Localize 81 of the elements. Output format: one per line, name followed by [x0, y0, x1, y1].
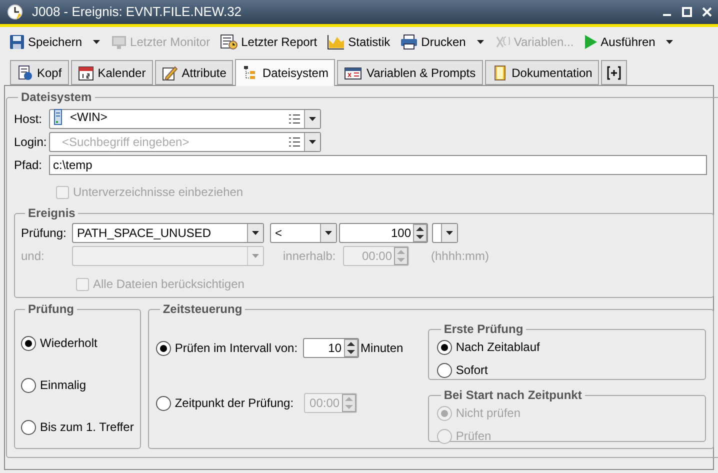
- tab[interactable]: Kalender: [70, 60, 153, 85]
- area-chart-icon: [327, 34, 346, 50]
- server-icon: [54, 109, 62, 125]
- play-icon: [584, 34, 598, 50]
- radio-label: Zeitpunkt der Prüfung:: [174, 395, 294, 412]
- add-icon: [607, 66, 622, 80]
- tab[interactable]: Dateisystem: [235, 59, 336, 86]
- host-value: <WIN>: [70, 109, 108, 126]
- radio-button[interactable]: [21, 378, 36, 392]
- radio-label: Nach Zeitablauf: [456, 339, 540, 356]
- window-title: J008 - Ereignis: EVNT.FILE.NEW.32: [32, 3, 242, 22]
- group-title: Prüfung: [27, 301, 75, 318]
- unit-label: Minuten: [360, 340, 404, 357]
- number-field[interactable]: 10: [302, 338, 359, 358]
- number-field[interactable]: 100: [339, 223, 428, 243]
- caret-icon: [93, 40, 100, 44]
- radio-label: Sofort: [456, 362, 488, 379]
- radio-label: Nicht prüfen: [456, 405, 521, 422]
- toolbar-button[interactable]: Letzter Report: [219, 30, 318, 52]
- caret-icon: [446, 231, 453, 235]
- group-title: Zeitsteuerung: [162, 301, 244, 318]
- variables-window-icon: [344, 64, 362, 80]
- field-label: und:: [21, 248, 46, 265]
- tab[interactable]: Kopf: [10, 60, 69, 85]
- field-label: innerhalb:: [283, 248, 337, 265]
- caret-icon: [309, 117, 316, 121]
- checkbox-label: Alle Dateien berücksichtigen: [93, 276, 244, 293]
- radio-label: Wiederholt: [40, 335, 98, 352]
- caret-icon: [252, 231, 259, 235]
- caret-icon: [252, 254, 259, 258]
- radio-button[interactable]: [156, 340, 171, 356]
- toolbar-button[interactable]: Statistik: [326, 30, 392, 52]
- printer-icon: [400, 34, 418, 50]
- caret-icon: [309, 140, 316, 144]
- tab[interactable]: Variablen & Prompts: [337, 60, 483, 85]
- document-info-icon: [17, 64, 33, 80]
- dropdown[interactable]: <WIN>: [49, 109, 321, 129]
- toolbar-button[interactable]: Speichern: [8, 30, 84, 52]
- pencil-sheet-icon: [162, 64, 178, 80]
- tab[interactable]: Dokumentation: [484, 60, 600, 85]
- caret-icon: [666, 40, 674, 44]
- radio-button[interactable]: [436, 362, 452, 378]
- field-label: Pfad:: [14, 157, 44, 174]
- caret-icon: [476, 40, 484, 44]
- list-icon: [289, 114, 300, 124]
- radio-button[interactable]: [436, 340, 452, 354]
- field-label: Login:: [14, 134, 48, 151]
- radio-label: Bis zum 1. Treffer: [40, 419, 134, 436]
- group-title: Dateisystem: [20, 89, 93, 106]
- spinner-icon[interactable]: [344, 339, 358, 357]
- spinner-icon[interactable]: [413, 224, 427, 242]
- toolbar-button[interactable]: Ausführen: [582, 30, 656, 52]
- group-title: Erste Prüfung: [442, 321, 524, 338]
- dropdown[interactable]: [432, 223, 458, 243]
- toolbar-button[interactable]: Drucken: [399, 30, 467, 52]
- checkbox-label: Unterverzeichnisse einbeziehen: [73, 184, 244, 201]
- dropdown[interactable]: PATH_SPACE_UNUSED: [72, 223, 264, 243]
- radio-label: Einmalig: [40, 377, 86, 394]
- tab[interactable]: Attribute: [154, 60, 234, 85]
- radio-label: Prüfen: [456, 428, 492, 445]
- variables-icon: [494, 34, 511, 50]
- path-field[interactable]: c:\temp: [49, 155, 707, 175]
- radio-label: Prüfen im Intervall von:: [174, 340, 298, 357]
- radio-button[interactable]: [21, 336, 36, 350]
- maximize-icon[interactable]: [682, 7, 692, 17]
- add-tab[interactable]: [601, 60, 628, 85]
- book-icon: [492, 64, 508, 80]
- group-title: Ereignis: [27, 205, 76, 222]
- monitor-icon: [111, 34, 128, 50]
- list-icon: [289, 137, 300, 147]
- report-clock-icon: [220, 34, 238, 50]
- field-label: Prüfung:: [21, 225, 68, 242]
- field-label: Host:: [14, 111, 44, 128]
- calendar-icon: [78, 64, 94, 80]
- clock-icon: [6, 3, 24, 21]
- close-icon[interactable]: [702, 7, 712, 17]
- format-hint: (hhhh:mm): [431, 248, 490, 265]
- group-title: Bei Start nach Zeitpunkt: [442, 387, 583, 404]
- caret-icon: [325, 231, 332, 235]
- radio-button[interactable]: [21, 420, 36, 434]
- dropdown[interactable]: <: [270, 223, 337, 243]
